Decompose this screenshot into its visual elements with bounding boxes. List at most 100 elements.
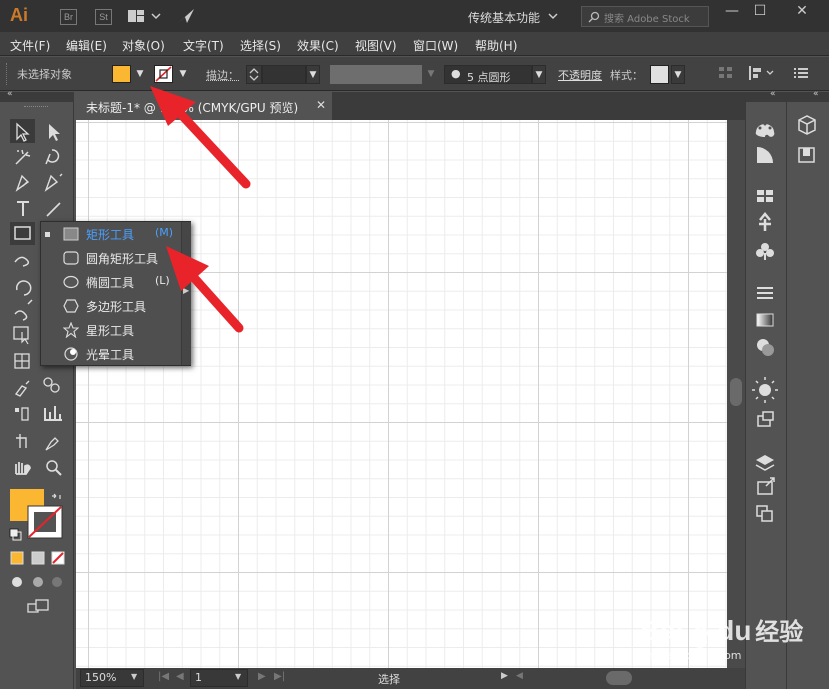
libraries-icon[interactable] [796,114,818,136]
flyout-item-polygon[interactable]: 多边形工具 [41,294,181,318]
menu-file[interactable]: 文件(F) [10,37,50,54]
menu-object[interactable]: 对象(O) [122,37,165,54]
vertical-scrollbar[interactable] [727,120,745,668]
close-tab-icon[interactable]: ✕ [316,98,326,112]
curvature-tool-icon[interactable] [42,172,64,194]
tab-document[interactable]: 未标题-1* @ 150% (CMYK/GPU 预览) ✕ [76,92,332,120]
maximize-button[interactable]: ☐ [746,0,774,22]
gradient-mode-icon[interactable] [31,551,45,565]
flyout-item-ellipse[interactable]: 椭圆工具 (L) [41,270,181,294]
control-panel-menu-icon[interactable] [794,67,808,79]
stroke-weight-stepper[interactable] [246,65,262,84]
screen-mode-icon[interactable] [26,598,50,614]
symbol-sprayer-icon[interactable] [11,405,33,427]
stroke-panel-icon[interactable] [754,282,776,304]
line-tool-icon[interactable] [42,197,64,219]
grip-icon[interactable] [6,63,8,85]
zoom-tool-icon[interactable] [42,457,64,479]
none-mode-icon[interactable] [51,551,65,565]
vertical-scroll-thumb[interactable] [730,378,742,406]
draw-normal-icon[interactable] [10,575,24,589]
workspace-switcher[interactable]: 传统基本功能 [468,9,540,26]
brushes-icon[interactable] [754,212,776,234]
appearance-panel-icon[interactable] [754,379,776,401]
pen-tool-icon[interactable] [11,172,33,194]
menu-help[interactable]: 帮助(H) [475,37,517,54]
tearoff-bar[interactable]: ▶ [181,222,191,365]
minimize-button[interactable]: — [718,0,746,22]
fill-swatch[interactable] [112,65,131,83]
paintbrush-icon[interactable] [11,249,33,271]
zoom-level-field[interactable]: 150% ▼ [80,669,144,687]
graphic-style-swatch[interactable] [650,65,669,84]
arrange-documents-icon[interactable] [128,9,162,23]
direct-selection-tool-icon[interactable] [42,120,64,142]
chevron-down-icon[interactable] [548,13,558,20]
slice-tool-icon[interactable] [42,431,64,453]
eyedropper-icon[interactable] [11,379,33,401]
artboard-number-field[interactable]: 1 ▼ [190,669,248,687]
swatches-icon[interactable] [754,186,776,208]
hand-tool-icon[interactable] [11,457,33,479]
style-dropdown[interactable]: ▼ [671,65,685,84]
align-icon[interactable] [748,65,776,81]
graph-tool-icon[interactable] [42,405,64,427]
stroke-weight-input[interactable] [262,65,306,84]
artboard-canvas[interactable] [76,120,727,668]
menu-type[interactable]: 文字(T) [183,37,224,54]
variable-width-profile[interactable] [330,65,422,84]
color-panel-icon[interactable] [754,119,776,141]
gradient-panel-icon[interactable] [754,309,776,331]
selection-tool-icon[interactable] [11,120,33,142]
brush-definition[interactable]: ● 5 点圆形 [444,65,532,84]
default-colors-icon[interactable] [8,527,24,543]
close-button[interactable]: ✕ [782,0,822,22]
symbols-icon[interactable] [754,242,776,264]
stroke-label[interactable]: 描边： [206,67,239,83]
free-transform-icon[interactable] [11,327,33,349]
lasso-icon[interactable] [42,146,64,168]
properties-icon[interactable] [796,144,818,166]
horizontal-scroll-thumb[interactable] [606,671,632,685]
bridge-badge[interactable]: Br [60,9,77,25]
artboard-tool-icon[interactable] [11,431,33,453]
magic-wand-icon[interactable] [11,146,33,168]
mesh-tool-icon[interactable] [11,353,33,375]
fill-dropdown-chevron-icon[interactable]: ▼ [133,65,147,83]
rectangle-tool-icon[interactable] [11,223,33,245]
menu-view[interactable]: 视图(V) [355,37,397,54]
draw-inside-icon[interactable] [50,575,64,589]
flyout-item-rectangle[interactable]: 矩形工具 (M) [41,222,181,246]
brush-dropdown[interactable]: ▼ [532,65,546,84]
menu-window[interactable]: 窗口(W) [413,37,458,54]
layers-icon[interactable] [754,450,776,472]
stroke-weight-dropdown[interactable]: ▼ [306,65,320,84]
stroke-dropdown-chevron-icon[interactable]: ▼ [176,65,190,83]
opacity-label[interactable]: 不透明度 [558,67,602,83]
menu-edit[interactable]: 编辑(E) [66,37,107,54]
artboards-panel-icon[interactable] [754,502,776,524]
stroke-swatch[interactable] [154,65,173,83]
menu-effect[interactable]: 效果(C) [297,37,339,54]
warp-tool-icon[interactable] [11,301,33,323]
asset-export-icon[interactable] [754,476,776,498]
gpu-performance-icon[interactable] [177,8,195,24]
stroke-color-box[interactable] [28,506,62,538]
flyout-item-rounded-rectangle[interactable]: 圆角矩形工具 [41,246,181,270]
graphic-styles-icon[interactable] [754,408,776,430]
color-guide-icon[interactable] [754,144,776,166]
flyout-item-flare[interactable]: 光晕工具 [41,342,181,366]
stock-badge[interactable]: St [95,9,112,25]
color-mode-icon[interactable] [10,551,24,565]
status-menu-icon[interactable]: ▶ [501,671,508,681]
transparency-panel-icon[interactable] [754,337,776,359]
draw-behind-icon[interactable] [31,575,45,589]
scroll-left-icon[interactable]: ◀ [516,671,523,681]
rotate-tool-icon[interactable] [11,275,33,297]
blend-tool-icon[interactable] [42,379,64,401]
type-tool-icon[interactable] [11,197,33,219]
stock-search-input[interactable]: 搜索 Adobe Stock [581,6,709,27]
menu-select[interactable]: 选择(S) [240,37,281,54]
flyout-item-star[interactable]: 星形工具 [41,318,181,342]
swap-fill-stroke-icon[interactable] [48,489,64,503]
